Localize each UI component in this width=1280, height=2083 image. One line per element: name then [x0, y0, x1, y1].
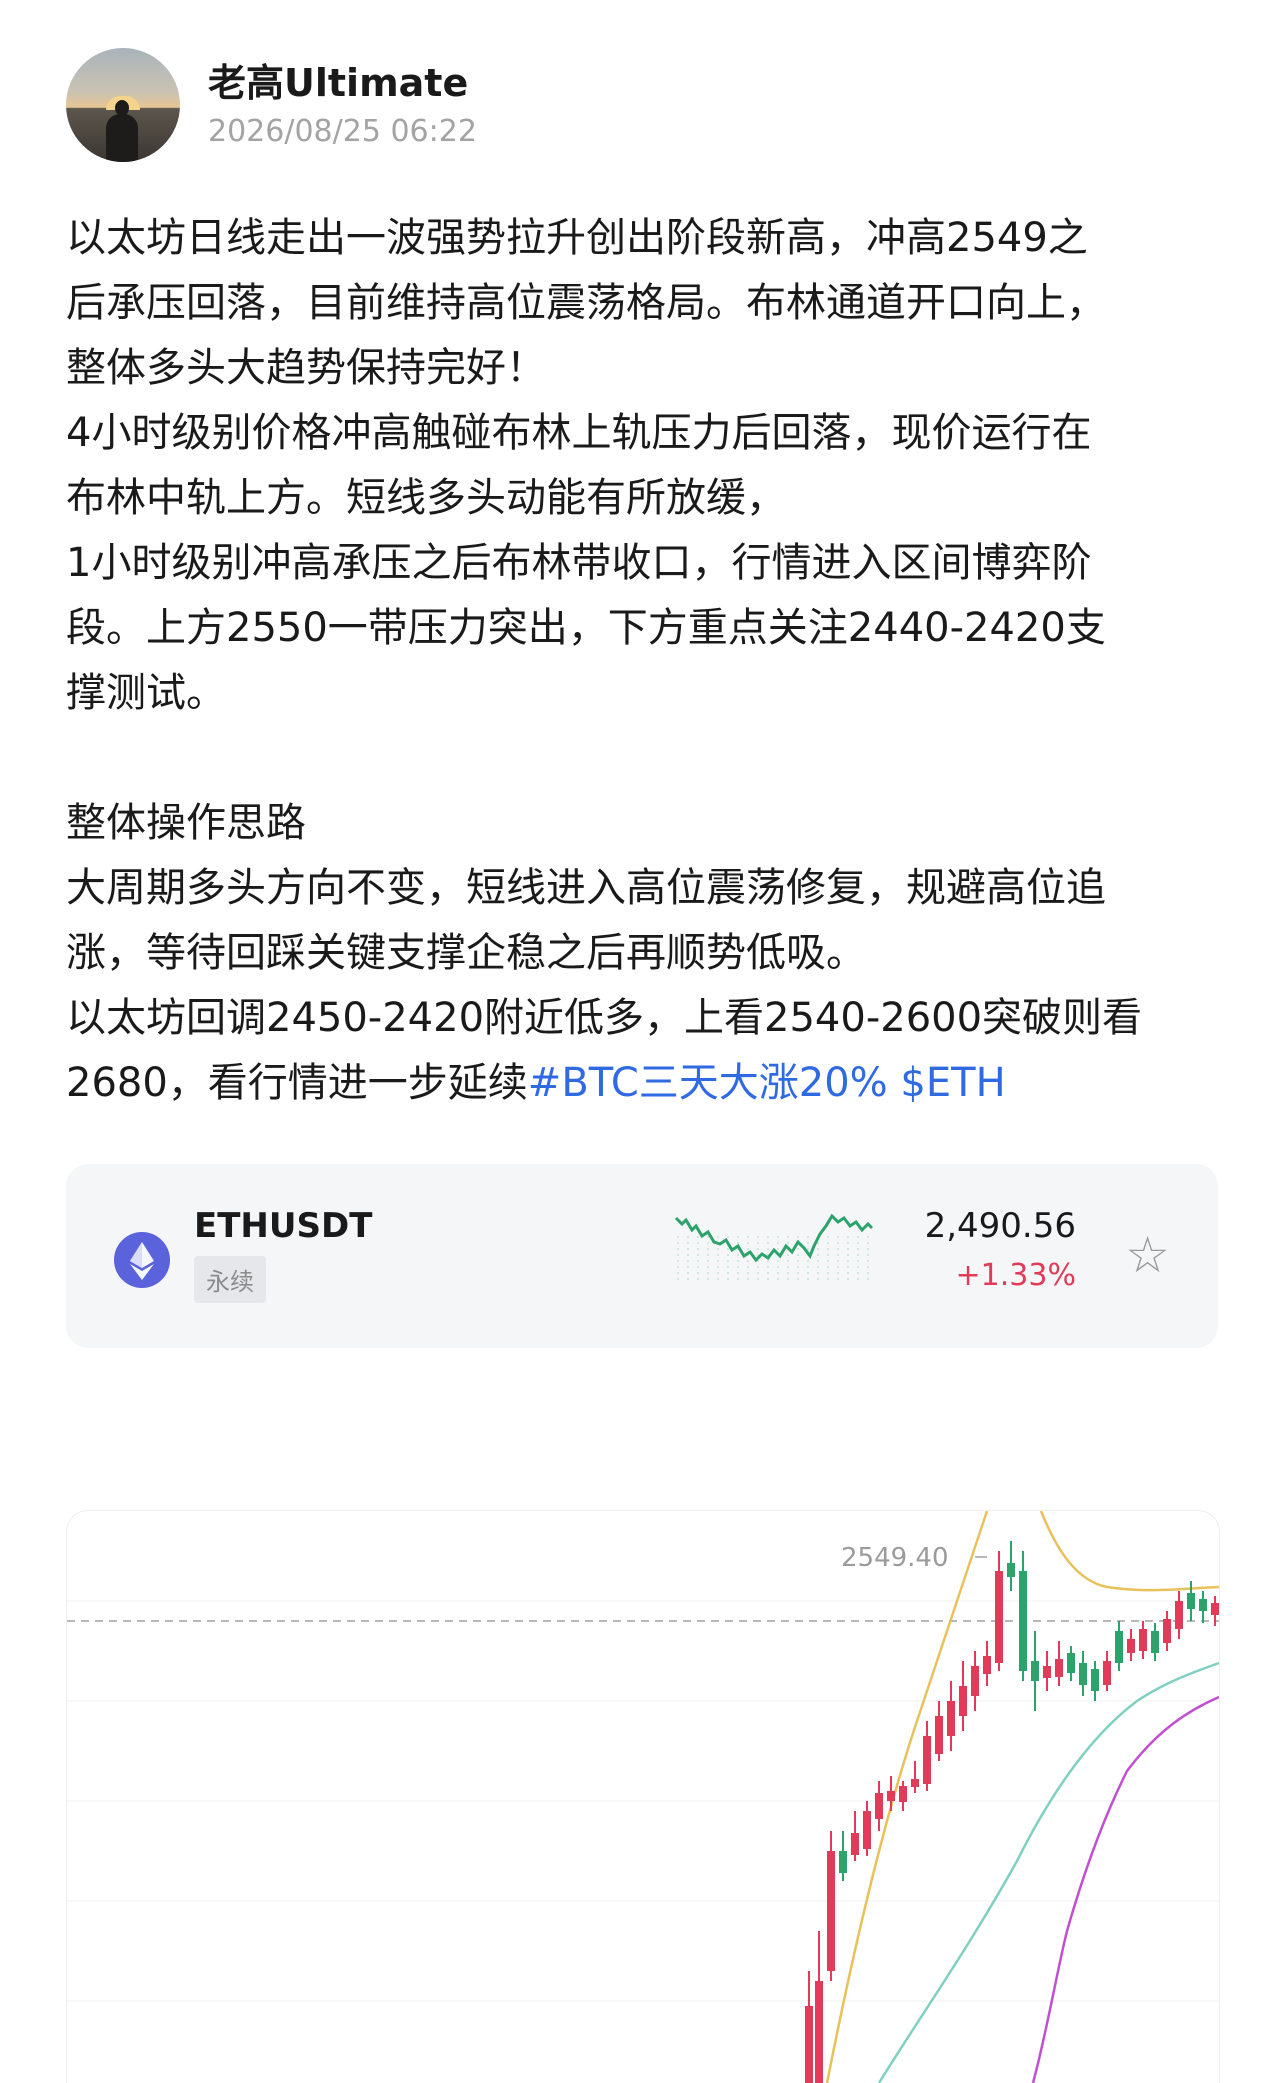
ticker-symbol: ETHUSDT [194, 1206, 373, 1246]
post-timestamp: 2026/08/25 06:22 [208, 114, 477, 149]
post-line: 4小时级别价格冲高触碰布林上轨压力后回落，现价运行在 [66, 410, 1092, 456]
avatar[interactable] [66, 48, 180, 162]
ticker-price: 2,490.56 [924, 1206, 1076, 1246]
post-line: 以太坊日线走出一波强势拉升创出阶段新高，冲高2549之 [66, 215, 1088, 261]
post-line: 段。上方2550一带压力突出，下方重点关注2440-2420支 [66, 605, 1106, 651]
post-section-heading: 整体操作思路 [66, 800, 306, 846]
post-body: 以太坊日线走出一波强势拉升创出阶段新高，冲高2549之 后承压回落，目前维持高位… [66, 206, 1236, 1116]
ethereum-icon [114, 1232, 170, 1288]
post-line: 布林中轨上方。短线多头动能有所放缓， [66, 475, 786, 521]
star-outline-icon[interactable]: ☆ [1125, 1230, 1170, 1280]
ticker-change: +1.33% [955, 1258, 1076, 1293]
post-line: 1小时级别冲高承压之后布林带收口，行情进入区间博弈阶 [66, 540, 1092, 586]
post-line: 涨，等待回踩关键支撑企稳之后再顺势低吸。 [66, 930, 866, 976]
author-name[interactable]: 老高Ultimate [208, 52, 468, 107]
cashtag-link[interactable]: $ETH [900, 1060, 1005, 1106]
kline-canvas [67, 1511, 1219, 2083]
hashtag-link[interactable]: #BTC三天大涨20% [528, 1060, 888, 1106]
post-line: 后承压回落，目前维持高位震荡格局。布林通道开口向上， [66, 280, 1106, 326]
perpetual-badge: 永续 [194, 1256, 266, 1303]
price-sparkline [674, 1213, 874, 1284]
post-line: 大周期多头方向不变，短线进入高位震荡修复，规避高位追 [66, 865, 1106, 911]
kline-chart[interactable]: 2549.40 [66, 1510, 1220, 2083]
post-header: 老高Ultimate 2026/08/25 06:22 [66, 48, 1226, 162]
post-line-last: 2680，看行情进一步延续#BTC三天大涨20% $ETH [66, 1051, 1236, 1116]
post-blank-line [66, 726, 1236, 791]
post-line: 以太坊回调2450-2420附近低多，上看2540-2600突破则看 [66, 995, 1143, 1041]
post-line: 撑测试。 [66, 670, 226, 716]
post-line-text: 2680，看行情进一步延续 [66, 1060, 528, 1106]
high-price-marker: 2549.40 [841, 1543, 949, 1573]
avatar-figure-body [106, 114, 138, 162]
ticker-card[interactable]: ETHUSDT 永续 2,490.56 +1.33% ☆ [66, 1164, 1218, 1348]
post-line: 整体多头大趋势保持完好！ [66, 345, 546, 391]
